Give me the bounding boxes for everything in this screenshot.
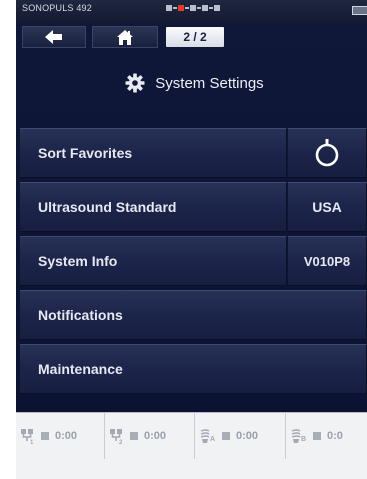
channel-3-time: 0:00 (236, 430, 259, 442)
ultrasound-standard-button[interactable]: Ultrasound Standard (20, 182, 287, 232)
channel-4[interactable]: B 0:0 (286, 413, 367, 459)
maintenance-button[interactable]: Maintenance (20, 344, 367, 394)
menu-row-notifications: Notifications (20, 290, 367, 340)
channel-3[interactable]: A 0:00 (195, 413, 286, 459)
ultrasound-b-icon: B (290, 428, 308, 444)
channel-2-time: 0:00 (144, 430, 167, 442)
system-info-value-button[interactable]: V010P8 (288, 236, 367, 286)
arrow-left-icon (45, 30, 63, 44)
electrode-2-icon: 2 (109, 428, 125, 444)
menu-row-ultrasound-standard: Ultrasound Standard USA (20, 182, 367, 232)
page-indicator: 2 / 2 (166, 27, 224, 47)
sort-favorites-label: Sort Favorites (38, 145, 133, 161)
clock-icon (314, 138, 340, 168)
notifications-button[interactable]: Notifications (20, 290, 367, 340)
svg-text:A: A (210, 436, 215, 443)
channel-status-indicator (166, 4, 226, 12)
sort-favorites-value-button[interactable] (288, 128, 367, 178)
system-info-label: System Info (38, 253, 118, 269)
left-margin (0, 0, 16, 479)
channel-2-status-square (130, 432, 138, 440)
menu-row-system-info: System Info V010P8 (20, 236, 367, 286)
system-info-value: V010P8 (303, 253, 351, 269)
maintenance-label: Maintenance (38, 361, 123, 377)
brand-label: SONOPULS 492 (22, 3, 92, 13)
svg-text:2: 2 (119, 440, 123, 444)
channel-4-time: 0:0 (327, 430, 343, 442)
page-title-text: System Settings (155, 74, 264, 92)
channel-1-time: 0:00 (55, 430, 78, 442)
svg-text:B: B (301, 436, 306, 443)
electrode-1-icon: 1 (20, 428, 36, 444)
channel-1[interactable]: 1 0:00 (16, 413, 105, 459)
ultrasound-standard-label: Ultrasound Standard (38, 199, 177, 215)
channel-3-status-square (222, 432, 230, 440)
channel-1-status-square (41, 432, 49, 440)
gear-icon (125, 73, 145, 93)
device-screen: SONOPULS 492 2 / 2 System Settings Sort … (16, 0, 367, 479)
status-bar: SONOPULS 492 (16, 0, 367, 22)
ultrasound-standard-value-button[interactable]: USA (288, 182, 367, 232)
home-icon (117, 29, 133, 45)
home-button[interactable] (92, 26, 158, 48)
page-title: System Settings (16, 66, 367, 100)
menu-row-sort-favorites: Sort Favorites (20, 128, 367, 178)
ultrasound-standard-value: USA (312, 199, 342, 215)
system-info-button[interactable]: System Info (20, 236, 287, 286)
notifications-label: Notifications (38, 307, 123, 323)
screen: SONOPULS 492 2 / 2 System Settings Sort … (0, 0, 367, 479)
sort-favorites-button[interactable]: Sort Favorites (20, 128, 287, 178)
battery-icon (352, 6, 367, 15)
menu-row-maintenance: Maintenance (20, 344, 367, 394)
navigation-bar: 2 / 2 (16, 22, 367, 52)
channel-2[interactable]: 2 0:00 (105, 413, 195, 459)
ultrasound-a-icon: A (199, 428, 217, 444)
channel-bar: 1 0:00 2 0:00 A 0:00 B 0:0 (16, 412, 367, 479)
channel-4-status-square (313, 432, 321, 440)
back-button[interactable] (22, 26, 86, 48)
svg-text:1: 1 (30, 440, 34, 444)
